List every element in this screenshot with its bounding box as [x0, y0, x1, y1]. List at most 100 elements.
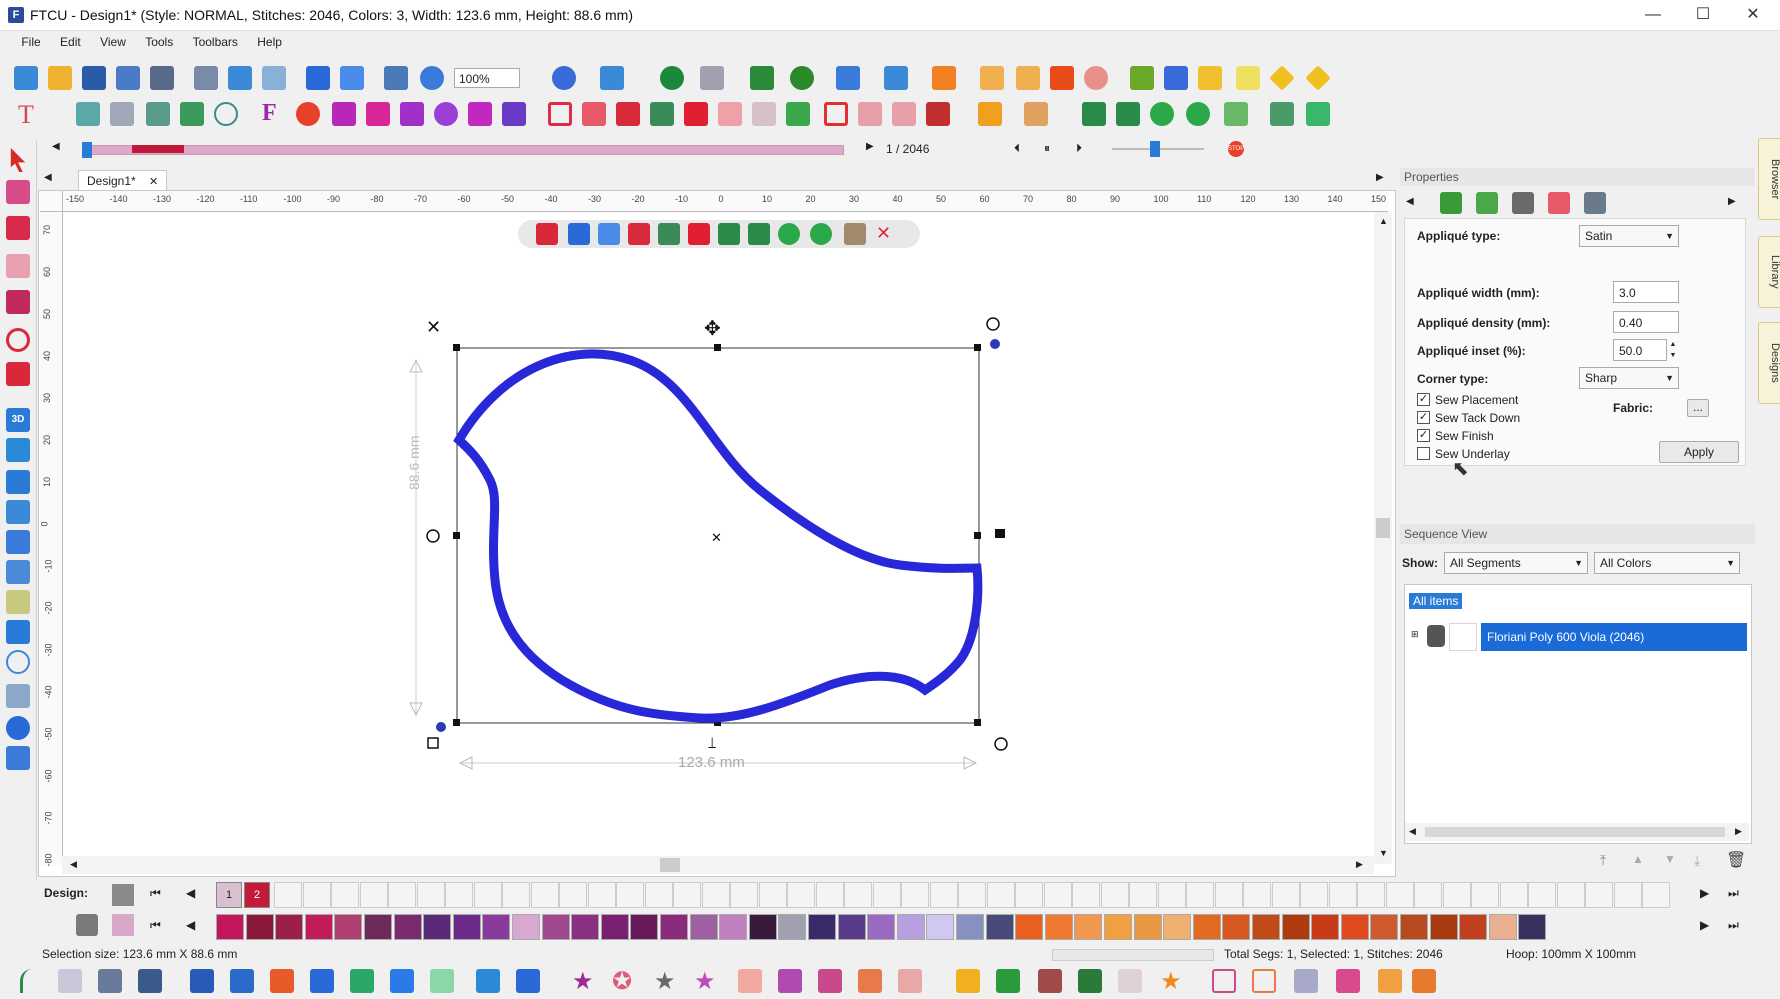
- paste-icon[interactable]: [262, 66, 286, 90]
- print-icon[interactable]: [150, 66, 174, 90]
- prop-tab-left-icon[interactable]: ◀: [1406, 196, 1414, 207]
- thread-swatch[interactable]: [1311, 914, 1340, 940]
- save-all-icon[interactable]: [116, 66, 140, 90]
- wave-fill-icon[interactable]: [516, 969, 540, 993]
- handle-sw[interactable]: [453, 719, 460, 726]
- resize-handle-icon[interactable]: [427, 737, 439, 749]
- tab-close-icon[interactable]: ✕: [149, 176, 158, 188]
- applique-tab-icon[interactable]: [1440, 192, 1462, 214]
- settings-gear-icon[interactable]: [420, 66, 444, 90]
- thread-swatch[interactable]: [867, 914, 896, 940]
- select-frame-icon[interactable]: [824, 102, 848, 126]
- vertical-scroll-thumb[interactable]: [1376, 518, 1390, 538]
- palette-grid-icon[interactable]: [76, 914, 98, 936]
- design-empty-slot[interactable]: [445, 882, 473, 908]
- design-next-icon[interactable]: ▶: [1700, 886, 1709, 900]
- color-prev-icon[interactable]: ◀: [186, 886, 195, 900]
- design-empty-slot[interactable]: [758, 882, 787, 908]
- applique-density-field[interactable]: 0.40: [1613, 311, 1679, 333]
- star-orange-icon[interactable]: ★: [1160, 967, 1182, 996]
- cross-icon[interactable]: [146, 102, 170, 126]
- center-icon[interactable]: [978, 102, 1002, 126]
- transform-icon[interactable]: [6, 216, 30, 240]
- handle-nw[interactable]: [453, 344, 460, 351]
- zoom-handle-icon[interactable]: [426, 529, 440, 543]
- show-segments-select[interactable]: All Segments ▼: [1444, 552, 1588, 574]
- hoop-icon[interactable]: [384, 66, 408, 90]
- handle-e[interactable]: [974, 532, 981, 539]
- thread-swatch[interactable]: [393, 914, 422, 940]
- view-3d-icon[interactable]: [660, 66, 684, 90]
- thread-swatch[interactable]: [719, 914, 748, 940]
- target-icon[interactable]: [6, 650, 30, 674]
- thread-swatch[interactable]: [1074, 914, 1103, 940]
- candy-icon[interactable]: [270, 969, 294, 993]
- design-empty-slot[interactable]: [530, 882, 559, 908]
- hoop-blue-icon[interactable]: [6, 530, 30, 554]
- grid-blue-icon[interactable]: [6, 500, 30, 524]
- thread-swatch[interactable]: [778, 914, 807, 940]
- pen-icon[interactable]: [750, 66, 774, 90]
- thread-swatch[interactable]: [630, 914, 659, 940]
- speed-slider-thumb[interactable]: [1150, 141, 1160, 157]
- wave-icon[interactable]: [310, 969, 334, 993]
- move-down-icon[interactable]: ▼: [1664, 852, 1676, 866]
- thread-swatch[interactable]: [512, 914, 540, 940]
- photo-icon[interactable]: [6, 684, 30, 708]
- pencil-icon[interactable]: [1236, 66, 1260, 90]
- font-circle-icon[interactable]: [552, 66, 576, 90]
- thread-swatch[interactable]: [304, 914, 333, 940]
- float-mirror-v-icon[interactable]: [748, 223, 770, 245]
- window-icon[interactable]: [1164, 66, 1188, 90]
- delete-x-icon[interactable]: ✕: [426, 317, 441, 338]
- pattern-icon[interactable]: [6, 590, 30, 614]
- design-empty-slot[interactable]: [844, 882, 872, 908]
- design-empty-slot[interactable]: [1186, 882, 1214, 908]
- palette-last-icon[interactable]: ⏭: [1728, 918, 1739, 933]
- badge-icon[interactable]: [434, 102, 458, 126]
- design-empty-slot[interactable]: [1157, 882, 1186, 908]
- star-pink-icon[interactable]: ✪: [612, 967, 632, 996]
- float-layers-icon[interactable]: [628, 223, 650, 245]
- group-icon[interactable]: [786, 102, 810, 126]
- grid-fill-icon[interactable]: [1294, 969, 1318, 993]
- design-svg[interactable]: ✕ ✥ ⟘ ✕: [380, 300, 1020, 770]
- thread-swatch[interactable]: [1133, 914, 1162, 940]
- menu-edit[interactable]: Edit: [52, 31, 89, 53]
- picture-icon[interactable]: [502, 102, 526, 126]
- thread-swatch[interactable]: [1459, 914, 1488, 940]
- texture-red-icon[interactable]: [1038, 969, 1062, 993]
- thread-swatch[interactable]: [1400, 914, 1428, 940]
- undo-icon[interactable]: [306, 66, 330, 90]
- stack2-icon[interactable]: [818, 969, 842, 993]
- dots-icon[interactable]: [76, 102, 100, 126]
- 3d-view-icon[interactable]: 3D: [6, 408, 30, 432]
- design-empty-slot[interactable]: [359, 882, 388, 908]
- fabric-browse-button[interactable]: ...: [1687, 399, 1709, 417]
- float-merge-icon[interactable]: [658, 223, 680, 245]
- thread-swatch[interactable]: [896, 914, 925, 940]
- stack-icon[interactable]: [778, 969, 802, 993]
- float-rotate-left-icon[interactable]: [778, 223, 800, 245]
- design-empty-slot[interactable]: [1556, 882, 1585, 908]
- thread-swatch[interactable]: [1192, 914, 1221, 940]
- copy-icon[interactable]: [228, 66, 252, 90]
- handle-w[interactable]: [453, 532, 460, 539]
- sparkle-icon[interactable]: [980, 66, 1004, 90]
- stitch-edit-icon[interactable]: [6, 290, 30, 314]
- tab-design1[interactable]: Design1* ✕: [78, 170, 168, 191]
- thread-swatch[interactable]: [1370, 914, 1399, 940]
- design-empty-slot[interactable]: [388, 882, 416, 908]
- globe-icon[interactable]: [790, 66, 814, 90]
- measure-icon[interactable]: [6, 362, 30, 386]
- design-slot-1[interactable]: 1: [216, 882, 242, 908]
- play-forward-arrow-icon[interactable]: ▶: [866, 141, 874, 152]
- thread-swatch[interactable]: [985, 914, 1014, 940]
- design-empty-slot[interactable]: [1585, 882, 1613, 908]
- design-empty-slot[interactable]: [1129, 882, 1157, 908]
- ring-icon[interactable]: [214, 102, 238, 126]
- tab-scroll-left-icon[interactable]: ◀: [44, 172, 52, 183]
- lock-handle-icon[interactable]: [995, 529, 1005, 538]
- design-empty-slot[interactable]: [1271, 882, 1300, 908]
- applique-inset-field[interactable]: 50.0: [1613, 339, 1667, 361]
